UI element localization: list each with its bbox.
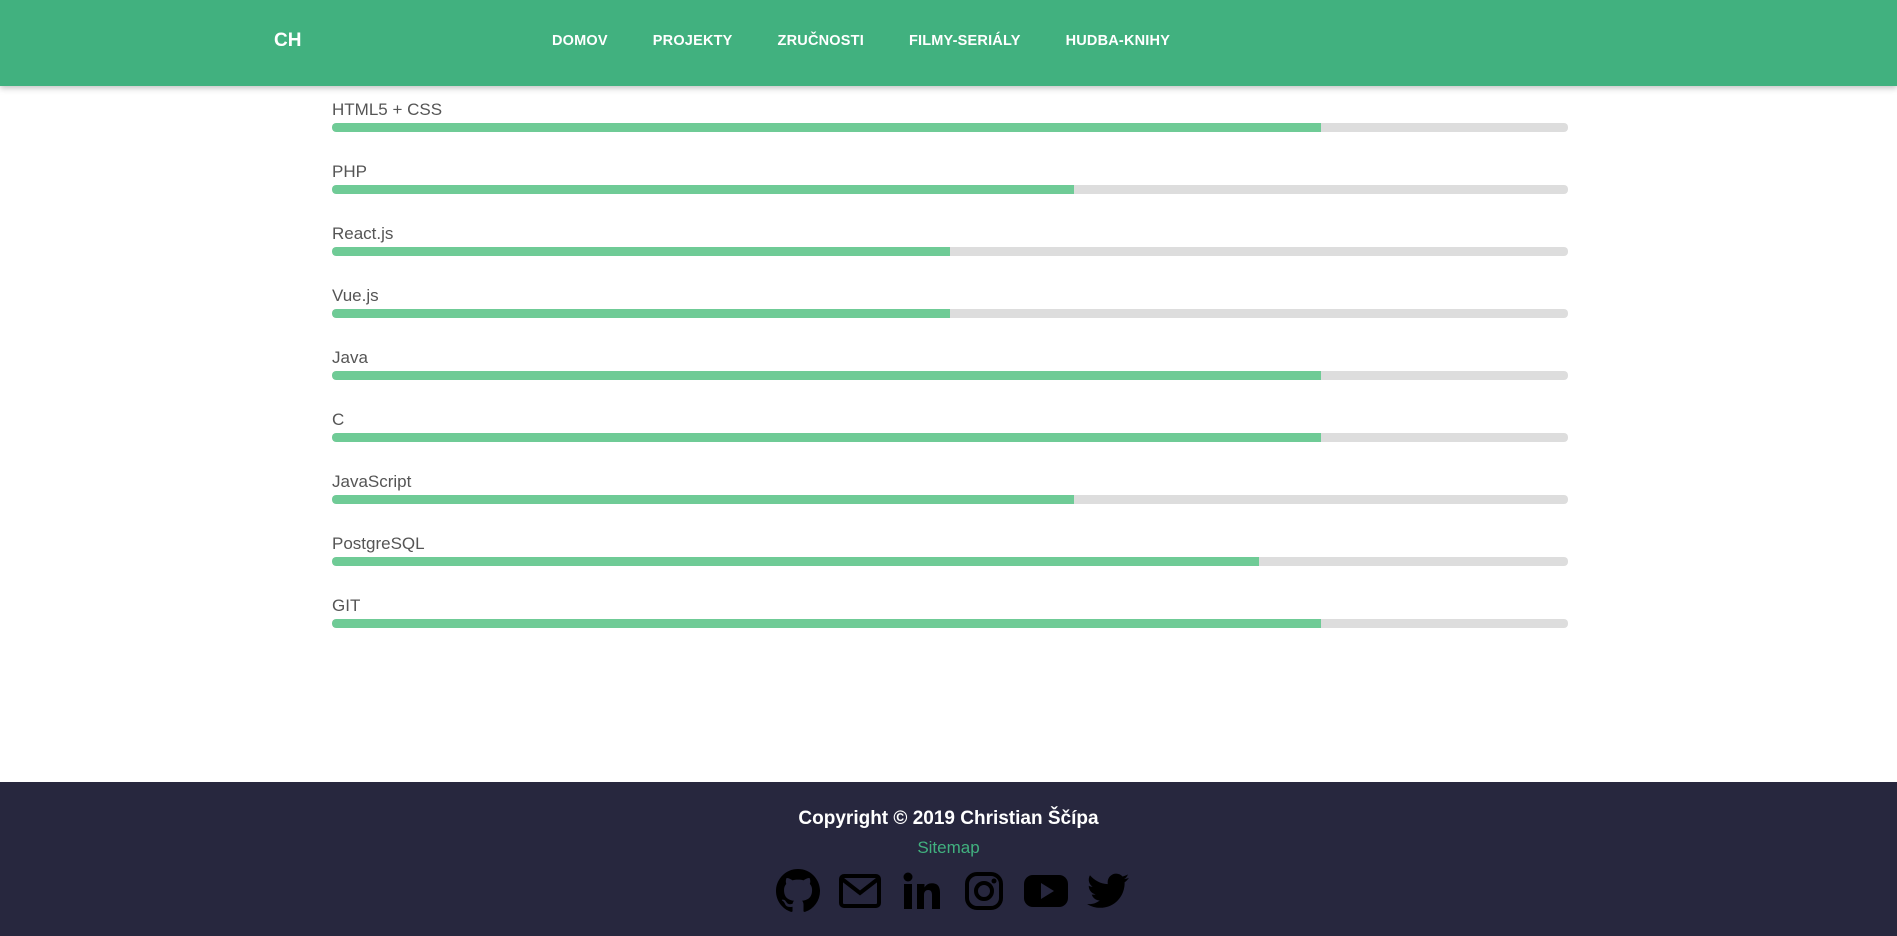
skill-progress-fill — [332, 433, 1321, 442]
skill-progress-bar — [332, 371, 1568, 380]
skill-progress-fill — [332, 557, 1259, 566]
skill-label: C — [332, 410, 345, 429]
social-links — [775, 868, 1131, 914]
skill-label: Vue.js — [332, 286, 379, 305]
skill-item: Java — [332, 348, 1568, 410]
footer: Copyright © 2019 Christian Ščípa Sitemap — [0, 782, 1897, 936]
skill-item: PHP — [332, 162, 1568, 224]
brand-logo[interactable]: CH — [274, 30, 301, 52]
skill-progress-fill — [332, 309, 950, 318]
skill-progress-bar — [332, 309, 1568, 318]
instagram-icon[interactable] — [961, 868, 1007, 914]
nav-link-domov[interactable]: DOMOV — [552, 33, 608, 49]
skill-progress-fill — [332, 495, 1074, 504]
sitemap-link[interactable]: Sitemap — [0, 838, 1897, 858]
github-icon[interactable] — [775, 868, 821, 914]
mail-icon[interactable] — [837, 868, 883, 914]
nav-link-projekty[interactable]: PROJEKTY — [653, 33, 733, 49]
skill-item: JavaScript — [332, 472, 1568, 534]
skill-item: React.js — [332, 224, 1568, 286]
nav-link-zrucnosti[interactable]: ZRUČNOSTI — [778, 33, 864, 49]
skill-progress-bar — [332, 247, 1568, 256]
nav-link-filmy-serialy[interactable]: FILMY-SERIÁLY — [909, 33, 1021, 49]
skill-progress-fill — [332, 371, 1321, 380]
skill-progress-fill — [332, 619, 1321, 628]
skill-label: GIT — [332, 596, 361, 615]
skill-progress-fill — [332, 247, 950, 256]
skill-label: PostgreSQL — [332, 534, 425, 553]
skill-label: JavaScript — [332, 472, 412, 491]
copyright-text: Copyright © 2019 Christian Ščípa — [798, 808, 1099, 829]
skill-item: HTML5 + CSS — [332, 100, 1568, 162]
linkedin-icon[interactable] — [899, 868, 945, 914]
twitter-icon[interactable] — [1085, 868, 1131, 914]
skill-item: Vue.js — [332, 286, 1568, 348]
nav-link-hudba-knihy[interactable]: HUDBA-KNIHY — [1066, 33, 1171, 49]
skill-progress-bar — [332, 619, 1568, 628]
skill-item: C — [332, 410, 1568, 472]
skills-list: HTML5 + CSS PHP React.js Vue.js Java C J… — [332, 100, 1568, 658]
skill-progress-bar — [332, 557, 1568, 566]
skill-item: PostgreSQL — [332, 534, 1568, 596]
skill-item: GIT — [332, 596, 1568, 658]
skill-label: Java — [332, 348, 368, 367]
skill-label: HTML5 + CSS — [332, 100, 443, 119]
skill-progress-bar — [332, 433, 1568, 442]
skill-label: React.js — [332, 224, 394, 243]
skill-progress-fill — [332, 185, 1074, 194]
youtube-icon[interactable] — [1023, 868, 1069, 914]
skill-progress-bar — [332, 185, 1568, 194]
skill-label: PHP — [332, 162, 367, 181]
skill-progress-bar — [332, 495, 1568, 504]
nav-links: DOMOV PROJEKTY ZRUČNOSTI FILMY-SERIÁLY H… — [552, 33, 1215, 49]
skill-progress-bar — [332, 123, 1568, 132]
navbar: CH DOMOV PROJEKTY ZRUČNOSTI FILMY-SERIÁL… — [0, 0, 1897, 86]
skill-progress-fill — [332, 123, 1321, 132]
